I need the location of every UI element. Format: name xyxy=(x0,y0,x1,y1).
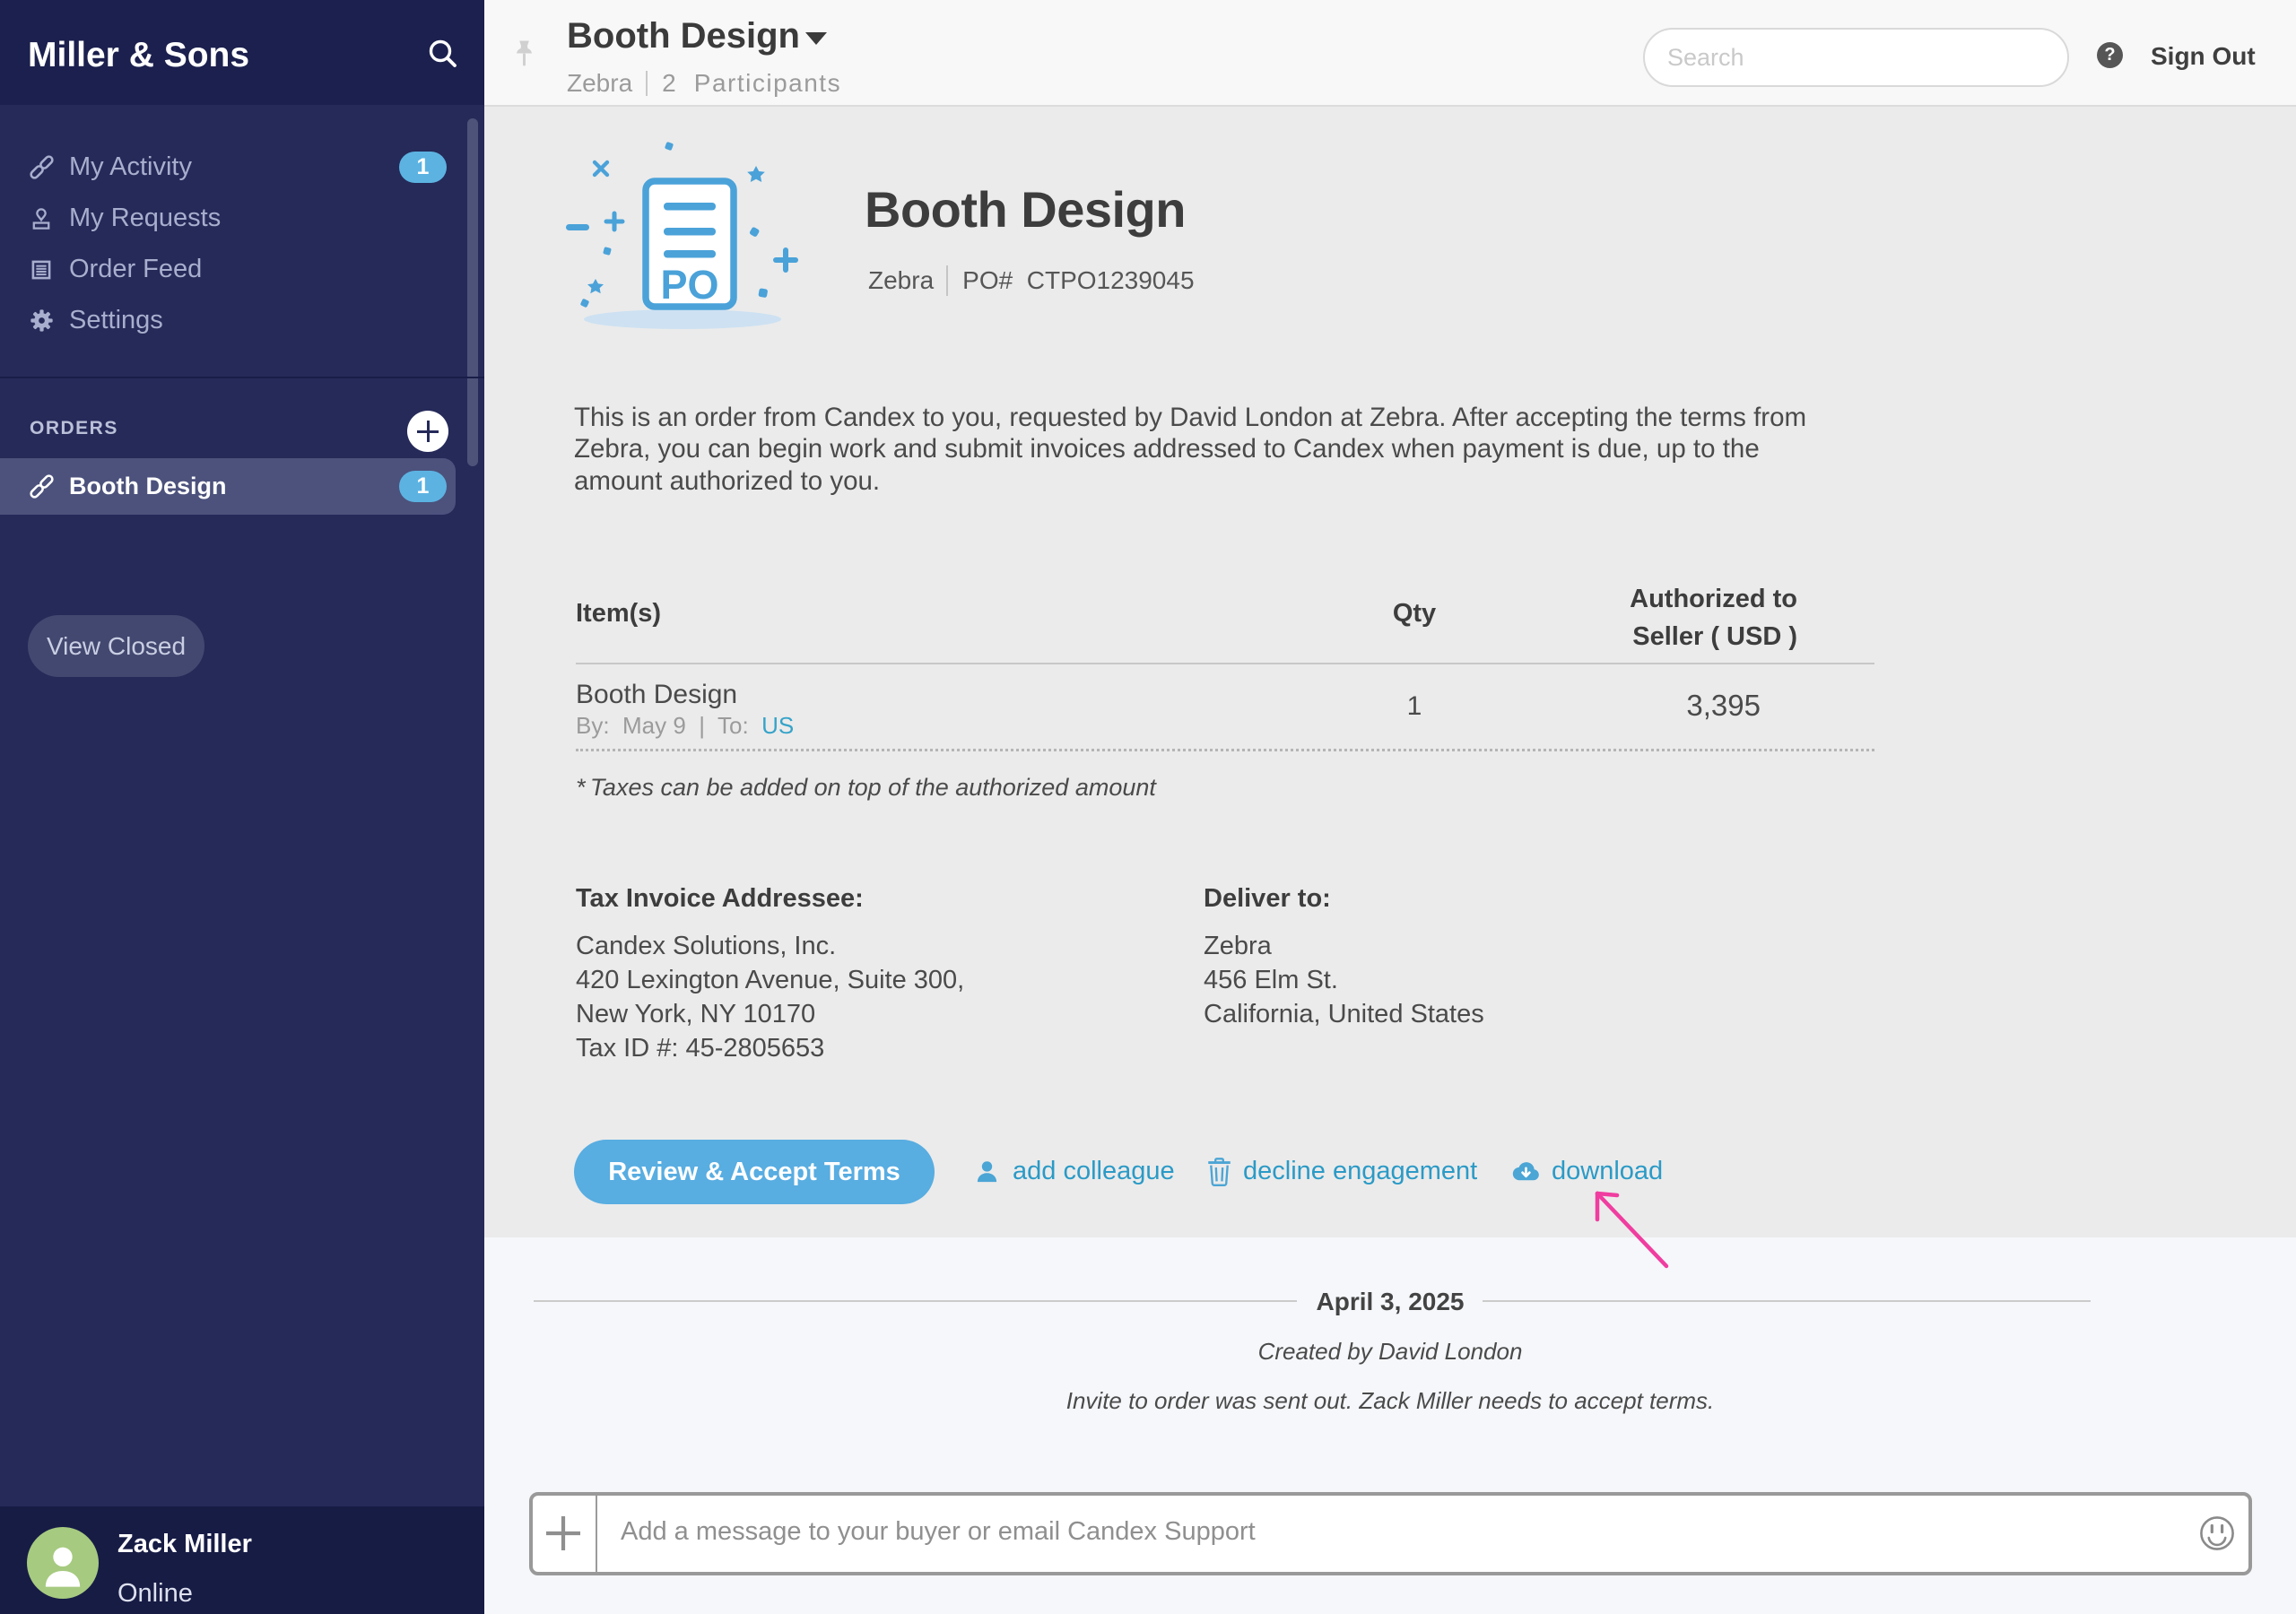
svg-text:PO: PO xyxy=(660,262,718,308)
